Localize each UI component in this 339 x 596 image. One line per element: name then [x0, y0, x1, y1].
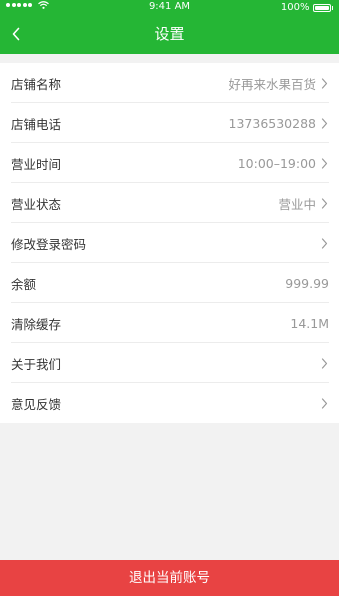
- battery-percent: 100%: [280, 2, 310, 13]
- settings-row[interactable]: 营业时间 10:00–19:00: [0, 143, 339, 183]
- settings-row-value: 999.99: [285, 275, 329, 291]
- chevron-right-icon: [319, 357, 329, 369]
- settings-row[interactable]: 营业状态 营业中: [0, 183, 339, 223]
- settings-screen: 9:41 AM 100% 设置 店铺名称 好再来水果百货店铺电话 137365302…: [0, 0, 339, 596]
- settings-row-value: 营业中: [278, 196, 316, 212]
- settings-row-label: 店铺电话: [11, 116, 62, 132]
- settings-list: 店铺名称 好再来水果百货店铺电话 13736530288 营业时间 10:00–19:0…: [0, 63, 339, 423]
- chevron-right-icon: [319, 77, 329, 89]
- settings-row-label: 店铺名称: [11, 76, 62, 92]
- settings-row[interactable]: 余额 999.99: [0, 263, 339, 303]
- settings-row[interactable]: 关于我们: [0, 343, 339, 383]
- settings-row-label: 清除缓存: [11, 316, 62, 332]
- nav-bar: 设置: [0, 14, 339, 54]
- settings-row-label: 修改登录密码: [11, 236, 87, 252]
- settings-row[interactable]: 店铺电话 13736530288: [0, 103, 339, 143]
- status-bar: 9:41 AM 100%: [0, 0, 339, 13]
- settings-row[interactable]: 修改登录密码: [0, 223, 339, 263]
- settings-row-label: 关于我们: [11, 356, 62, 372]
- chevron-right-icon: [319, 397, 329, 409]
- settings-row-label: 余额: [11, 276, 37, 292]
- chevron-right-icon: [319, 237, 329, 249]
- logout-button[interactable]: 退出当前账号: [0, 560, 339, 596]
- settings-row-value: 14.1M: [290, 315, 329, 331]
- settings-row-label: 营业时间: [11, 156, 62, 172]
- settings-row-value: 10:00–19:00: [237, 155, 316, 171]
- chevron-right-icon: [319, 197, 329, 209]
- settings-row-value: 好再来水果百货: [228, 76, 316, 92]
- settings-row-value: 13736530288: [228, 115, 316, 131]
- battery-indicator: 100%: [281, 1, 333, 14]
- settings-row-label: 营业状态: [11, 196, 62, 212]
- settings-row-label: 意见反馈: [11, 396, 62, 412]
- settings-row[interactable]: 清除缓存 14.1M: [0, 303, 339, 343]
- settings-row[interactable]: 意见反馈: [0, 383, 339, 423]
- page-title: 设置: [154, 25, 185, 43]
- battery-icon: [312, 3, 331, 12]
- chevron-right-icon: [319, 157, 329, 169]
- settings-row[interactable]: 店铺名称 好再来水果百货: [0, 63, 339, 103]
- top-bar: 9:41 AM 100% 设置: [0, 0, 339, 54]
- chevron-right-icon: [319, 117, 329, 129]
